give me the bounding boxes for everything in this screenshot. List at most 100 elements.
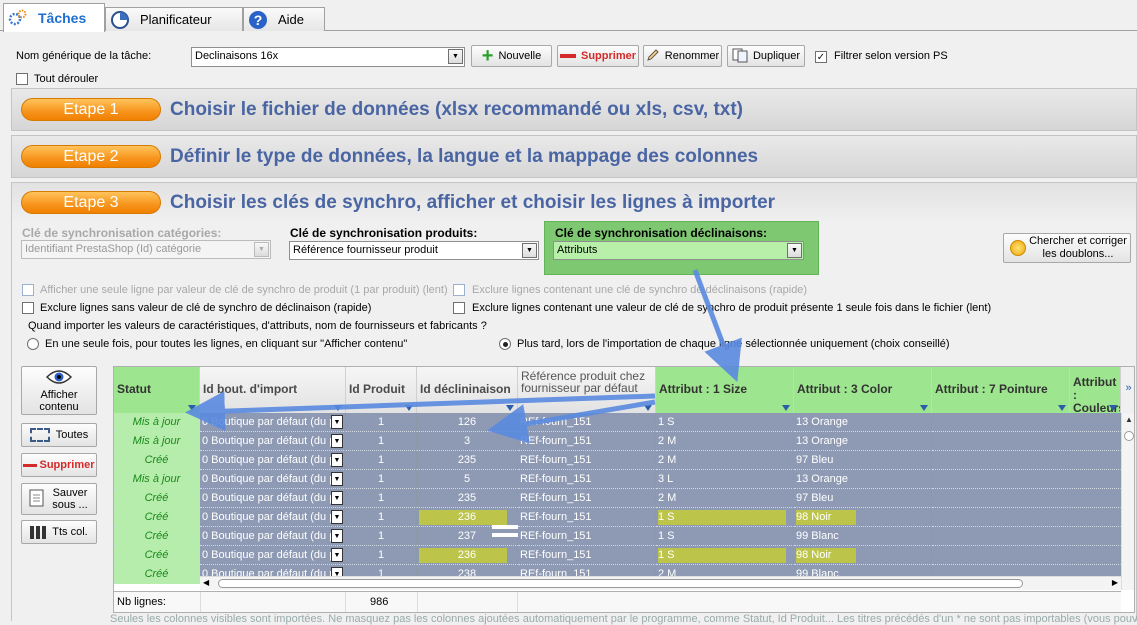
scroll-right-icon[interactable]: ▶ <box>1112 578 1118 587</box>
filter-icon[interactable] <box>1109 405 1117 411</box>
scroll-thumb[interactable] <box>1124 431 1134 441</box>
grid-cell-cz[interactable] <box>1070 546 1121 565</box>
grid-cell-prod[interactable]: 1 <box>346 451 417 470</box>
grid-cell-status[interactable]: Créé <box>114 451 200 470</box>
expand-columns-icon[interactable]: » <box>1121 367 1134 413</box>
cat-sync-select[interactable]: Identifiant PrestaShop (Id) catégorie ▼ <box>21 240 271 259</box>
grid-cell-prod[interactable]: 1 <box>346 527 417 546</box>
grid-cell-decl[interactable]: 5 <box>417 470 518 489</box>
filter-icon[interactable] <box>334 405 342 411</box>
grid-cell-prod[interactable]: 1 <box>346 508 417 527</box>
grid-cell-color[interactable]: 13 Orange <box>794 413 932 432</box>
grid-cell-status[interactable]: Créé <box>114 546 200 565</box>
col-header-id-declinaison[interactable]: Id déclininaison <box>417 367 518 413</box>
vertical-scrollbar[interactable]: ▲ <box>1121 413 1134 590</box>
grid-cell-ref[interactable]: REf-fourn_151 <box>518 489 656 508</box>
table-row[interactable]: Créé 0 Boutique par défaut (du p ▼ 1 236 REf-… <box>114 546 1121 565</box>
grid-cell-cz[interactable] <box>1070 470 1121 489</box>
grid-cell-decl[interactable]: 126 <box>417 413 518 432</box>
filter-icon[interactable] <box>188 405 196 411</box>
grid-cell-size[interactable]: 2 M <box>656 432 794 451</box>
grid-cell-decl[interactable]: 236 <box>417 508 518 527</box>
filter-icon[interactable] <box>405 405 413 411</box>
table-row[interactable]: Créé 0 Boutique par défaut (du p ▼ 1 235 REf-… <box>114 451 1121 470</box>
grid-cell-cz[interactable] <box>1070 413 1121 432</box>
duplicate-button[interactable]: Dupliquer <box>727 45 805 67</box>
new-button[interactable]: + Nouvelle <box>471 45 552 67</box>
select-all-button[interactable]: Toutes <box>21 423 97 447</box>
decl-sync-select[interactable]: Attributs ▼ <box>553 241 804 260</box>
grid-cell-size[interactable]: 1 S <box>656 413 794 432</box>
step-3-pill[interactable]: Etape 3 <box>21 191 161 214</box>
grid-cell-color[interactable]: 97 Bleu <box>794 489 932 508</box>
delete-rows-button[interactable]: Supprimer <box>21 453 97 477</box>
grid-cell-p[interactable] <box>932 546 1070 565</box>
table-row[interactable]: Mis à jour 0 Boutique par défaut (du p ▼ 1 3… <box>114 432 1121 451</box>
chevron-down-icon[interactable]: ▼ <box>331 472 343 486</box>
delete-task-button[interactable]: Supprimer <box>557 45 639 67</box>
col-header-attr-couleurs[interactable]: Attribut : Couleurs <box>1070 367 1121 413</box>
radio-later[interactable] <box>499 338 511 350</box>
grid-cell-p[interactable] <box>932 527 1070 546</box>
filter-icon[interactable] <box>506 405 514 411</box>
grid-cell-p[interactable] <box>932 489 1070 508</box>
grid-cell-ref[interactable]: REf-fourn_151 <box>518 527 656 546</box>
horizontal-scrollbar[interactable]: ◀ ▶ <box>200 576 1121 590</box>
grid-cell-ref[interactable]: REf-fourn_151 <box>518 470 656 489</box>
grid-cell-color[interactable]: 97 Bleu <box>794 451 932 470</box>
chevron-down-icon[interactable]: ▼ <box>331 510 343 524</box>
table-row[interactable]: Créé 0 Boutique par défaut (du p ▼ 1 237 REf-… <box>114 527 1121 546</box>
grid-cell-prod[interactable]: 1 <box>346 489 417 508</box>
filter-icon[interactable] <box>1058 405 1066 411</box>
grid-cell-status[interactable]: Créé <box>114 565 200 584</box>
grid-cell-color[interactable]: 99 Blanc <box>794 527 932 546</box>
find-duplicates-button[interactable]: Chercher et corriger les doublons... <box>1003 233 1131 263</box>
grid-cell-size[interactable]: 1 S <box>656 527 794 546</box>
opt2-checkbox[interactable] <box>453 284 465 296</box>
grid-cell-size[interactable]: 2 M <box>656 489 794 508</box>
grid-cell-ref[interactable]: REf-fourn_151 <box>518 432 656 451</box>
chevron-down-icon[interactable]: ▼ <box>331 548 343 562</box>
grid-cell-color[interactable]: 13 Orange <box>794 432 932 451</box>
step-2-panel[interactable]: Etape 2 Définir le type de données, la l… <box>11 135 1137 178</box>
grid-cell-color[interactable]: 13 Orange <box>794 470 932 489</box>
grid-cell-shop[interactable]: 0 Boutique par défaut (du p ▼ <box>200 451 346 470</box>
data-grid[interactable]: Statut Id bout. d'import Id Produit Id d… <box>113 366 1135 613</box>
grid-cell-shop[interactable]: 0 Boutique par défaut (du p ▼ <box>200 508 346 527</box>
task-name-select[interactable]: Declinaisons 16x ▼ <box>191 47 465 67</box>
grid-cell-size[interactable]: 1 S <box>656 508 794 527</box>
grid-cell-prod[interactable]: 1 <box>346 470 417 489</box>
chevron-down-icon[interactable]: ▼ <box>331 434 343 448</box>
grid-cell-size[interactable]: 1 S <box>656 546 794 565</box>
grid-cell-decl[interactable]: 237 <box>417 527 518 546</box>
chevron-down-icon[interactable]: ▼ <box>448 49 463 64</box>
grid-cell-status[interactable]: Créé <box>114 527 200 546</box>
grid-cell-status[interactable]: Créé <box>114 489 200 508</box>
radio-all-at-once[interactable] <box>27 338 39 350</box>
grid-cell-decl[interactable]: 3 <box>417 432 518 451</box>
grid-cell-shop[interactable]: 0 Boutique par défaut (du p ▼ <box>200 470 346 489</box>
grid-cell-prod[interactable]: 1 <box>346 432 417 451</box>
filter-icon[interactable] <box>644 405 652 411</box>
grid-cell-ref[interactable]: REf-fourn_151 <box>518 508 656 527</box>
grid-cell-ref[interactable]: REf-fourn_151 <box>518 451 656 470</box>
col-header-reference[interactable]: Référence produit chez fournisseur par d… <box>518 367 656 413</box>
grid-cell-status[interactable]: Mis à jour <box>114 432 200 451</box>
chevron-down-icon[interactable]: ▼ <box>331 415 343 429</box>
grid-cell-ref[interactable]: REf-fourn_151 <box>518 413 656 432</box>
grid-cell-cz[interactable] <box>1070 489 1121 508</box>
rename-button[interactable]: Renommer <box>643 45 722 67</box>
grid-cell-shop[interactable]: 0 Boutique par défaut (du p ▼ <box>200 527 346 546</box>
grid-cell-shop[interactable]: 0 Boutique par défaut (du p ▼ <box>200 489 346 508</box>
grid-cell-decl[interactable]: 236 <box>417 546 518 565</box>
tab-taches[interactable]: Tâches <box>3 3 105 32</box>
grid-cell-p[interactable] <box>932 508 1070 527</box>
col-header-statut[interactable]: Statut <box>114 367 200 413</box>
grid-cell-p[interactable] <box>932 470 1070 489</box>
tab-planificateur[interactable]: Planificateur <box>105 7 243 31</box>
chevron-down-icon[interactable]: ▼ <box>331 453 343 467</box>
chevron-down-icon[interactable]: ▼ <box>522 243 537 258</box>
grid-cell-cz[interactable] <box>1070 451 1121 470</box>
grid-cell-size[interactable]: 3 L <box>656 470 794 489</box>
grid-cell-decl[interactable]: 235 <box>417 451 518 470</box>
